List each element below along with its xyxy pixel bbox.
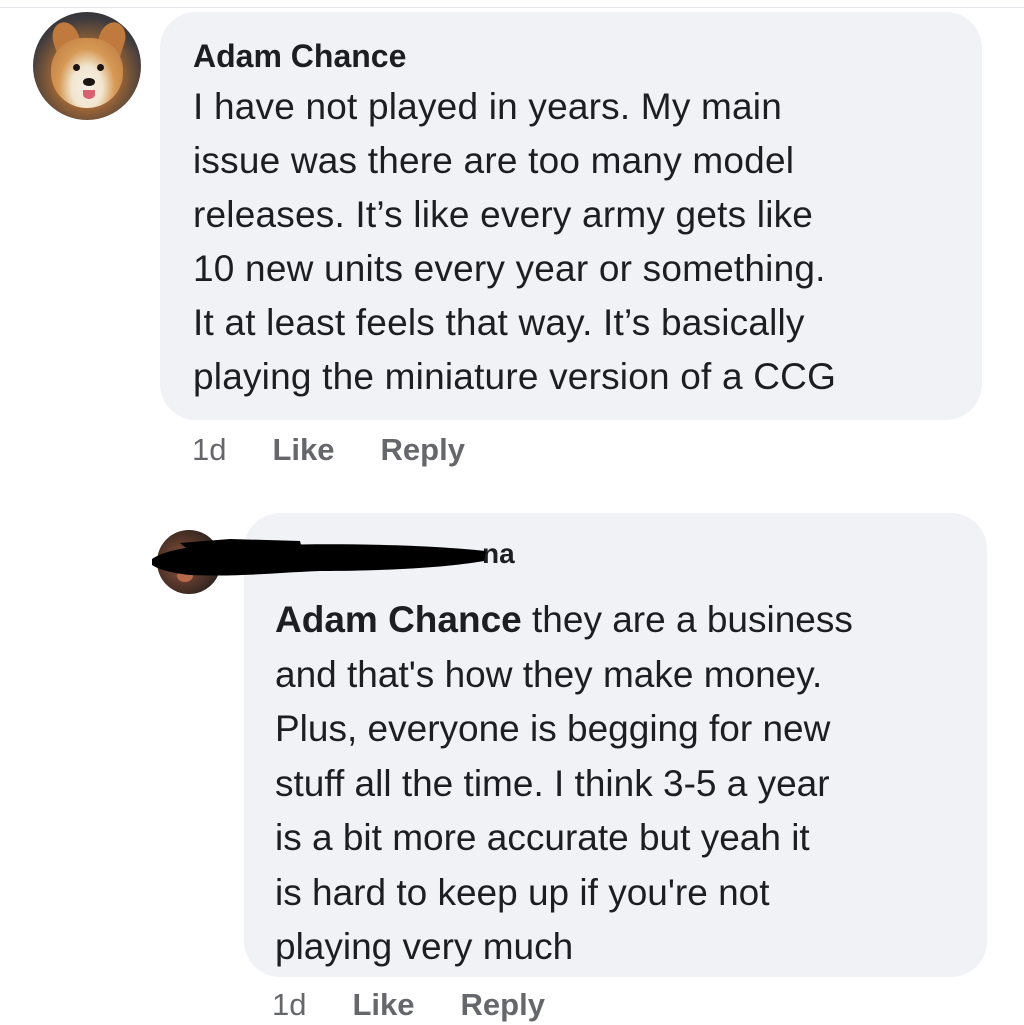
top-divider <box>0 0 1024 8</box>
comment-line: playing the miniature version of a CCG <box>193 356 837 397</box>
comment-timestamp[interactable]: 1d <box>272 987 306 1023</box>
comment-line: It at least feels that way. It’s basical… <box>193 302 805 343</box>
like-button[interactable]: Like <box>272 432 334 468</box>
comment-line: stuff all the time. I think 3-5 a year <box>275 762 830 804</box>
comment-line: I have not played in years. My main <box>193 86 783 127</box>
comment-line: playing very much <box>275 926 574 967</box>
comment-timestamp[interactable]: 1d <box>192 432 226 468</box>
reply-bubble: Adam Chance they are a business and that… <box>244 513 987 977</box>
comment-line: they are a business <box>521 599 853 640</box>
comment-actions: 1d Like Reply <box>272 985 545 1025</box>
comment-line: is hard to keep up if you're not <box>275 871 770 913</box>
reply-button[interactable]: Reply <box>461 987 545 1023</box>
reply-button[interactable]: Reply <box>381 432 465 468</box>
comment-actions: 1d Like Reply <box>192 430 465 470</box>
comment-bubble: Adam Chance I have not played in years. … <box>160 12 982 420</box>
comment-line: is a bit more accurate but yeah it <box>275 817 810 858</box>
comment-line: 10 new units every year or something. <box>193 248 826 289</box>
comment-line: and that's how they make money. <box>275 653 823 695</box>
avatar[interactable] <box>33 12 141 120</box>
comment-text: Adam Chance they are a business and that… <box>275 593 957 975</box>
comment-line: Plus, everyone is begging for new <box>275 708 831 749</box>
comment-line: releases. It’s like every army gets like <box>193 194 814 235</box>
comment-text: I have not played in years. My main issu… <box>193 80 948 404</box>
like-button[interactable]: Like <box>352 987 414 1023</box>
comment-line: issue was there are too many model <box>193 140 795 181</box>
redaction-mark <box>152 539 486 576</box>
mention-link[interactable]: Adam Chance <box>275 599 522 640</box>
comment-author[interactable]: Adam Chance <box>193 36 948 76</box>
